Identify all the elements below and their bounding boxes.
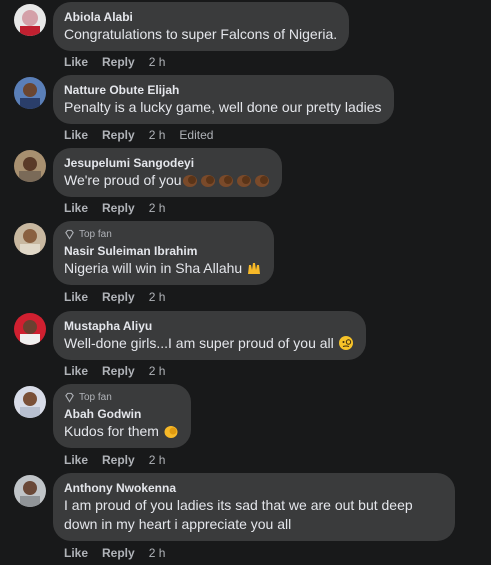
top-fan-badge[interactable]: Top fan: [64, 391, 179, 404]
avatar[interactable]: [14, 77, 46, 109]
comment-text: I am proud of you ladies its sad that we…: [64, 497, 417, 532]
reply-button[interactable]: Reply: [102, 546, 135, 560]
avatar[interactable]: [14, 223, 46, 255]
avatar[interactable]: [14, 150, 46, 182]
like-button[interactable]: Like: [64, 453, 88, 467]
top-fan-badge[interactable]: Top fan: [64, 228, 262, 241]
avatar[interactable]: [14, 475, 46, 507]
clapping-hands-icon: [182, 172, 270, 193]
commenter-name[interactable]: Anthony Nwokenna: [64, 480, 443, 496]
timestamp[interactable]: 2 h: [149, 290, 166, 304]
raised-hands-icon: [246, 260, 262, 281]
comment-text: Nigeria will win in Sha Allahu: [64, 259, 262, 281]
timestamp[interactable]: 2 h: [149, 128, 166, 142]
comment-text: Congratulations to super Falcons of Nige…: [64, 26, 338, 42]
like-button[interactable]: Like: [64, 128, 88, 142]
like-button[interactable]: Like: [64, 364, 88, 378]
reply-button[interactable]: Reply: [102, 453, 135, 467]
commenter-name[interactable]: Abah Godwin: [64, 406, 179, 422]
comment-text: Penalty is a lucky game, well done our p…: [64, 99, 382, 115]
commenter-name[interactable]: Mustapha Aliyu: [64, 318, 354, 334]
comment-actions: Like Reply 2 h: [64, 55, 179, 69]
comment-bubble: Mustapha Aliyu Well-done girls...I am su…: [53, 311, 366, 360]
comment-text: Kudos for them: [64, 422, 179, 444]
commenter-name[interactable]: Jesupelumi Sangodeyi: [64, 155, 270, 171]
like-button[interactable]: Like: [64, 290, 88, 304]
avatar[interactable]: [14, 4, 46, 36]
comment-text-content: We're proud of you: [64, 172, 182, 188]
comment-actions: Like Reply 2 h: [64, 290, 179, 304]
comment-actions: Like Reply 2 h: [64, 453, 179, 467]
clapping-hands-icon: [163, 423, 179, 444]
like-button[interactable]: Like: [64, 546, 88, 560]
comment-text-content: Kudos for them: [64, 423, 163, 439]
comment-text-content: Nigeria will win in Sha Allahu: [64, 260, 247, 276]
comment-text: We're proud of you: [64, 171, 270, 193]
comment-actions: Like Reply 2 h: [64, 546, 179, 560]
comment-text: Well-done girls...I am super proud of yo…: [64, 334, 354, 356]
timestamp[interactable]: 2 h: [149, 201, 166, 215]
reply-button[interactable]: Reply: [102, 290, 135, 304]
like-button[interactable]: Like: [64, 55, 88, 69]
diamond-icon: [65, 392, 74, 403]
face-with-monocle-icon: [338, 335, 354, 356]
comment-bubble: Natture Obute Elijah Penalty is a lucky …: [53, 75, 394, 124]
timestamp[interactable]: 2 h: [149, 453, 166, 467]
comment-bubble: Top fan Nasir Suleiman Ibrahim Nigeria w…: [53, 221, 275, 285]
reply-button[interactable]: Reply: [102, 128, 135, 142]
like-button[interactable]: Like: [64, 201, 88, 215]
top-fan-label: Top fan: [79, 392, 112, 403]
top-fan-label: Top fan: [79, 229, 112, 240]
comment-text-content: Well-done girls...I am super proud of yo…: [64, 335, 338, 351]
timestamp[interactable]: 2 h: [149, 364, 166, 378]
commenter-name[interactable]: Abiola Alabi: [64, 9, 337, 25]
comment-actions: Like Reply 2 h: [64, 364, 179, 378]
comment-actions: Like Reply 2 h Edited: [64, 128, 213, 142]
timestamp[interactable]: 2 h: [149, 546, 166, 560]
comment-bubble: Top fan Abah Godwin Kudos for them: [53, 384, 191, 448]
comment-bubble: Anthony Nwokenna I am proud of you ladie…: [53, 473, 455, 541]
reply-button[interactable]: Reply: [102, 364, 135, 378]
comment-bubble: Abiola Alabi Congratulations to super Fa…: [53, 2, 350, 51]
timestamp[interactable]: 2 h: [149, 55, 166, 69]
commenter-name[interactable]: Nasir Suleiman Ibrahim: [64, 243, 262, 259]
comment-actions: Like Reply 2 h: [64, 201, 179, 215]
avatar[interactable]: [14, 313, 46, 345]
reply-button[interactable]: Reply: [102, 201, 135, 215]
edited-label: Edited: [179, 128, 214, 142]
commenter-name[interactable]: Natture Obute Elijah: [64, 82, 382, 98]
reply-button[interactable]: Reply: [102, 55, 135, 69]
comment-bubble: Jesupelumi Sangodeyi We're proud of you: [53, 148, 282, 197]
diamond-icon: [65, 229, 74, 240]
avatar[interactable]: [14, 386, 46, 418]
